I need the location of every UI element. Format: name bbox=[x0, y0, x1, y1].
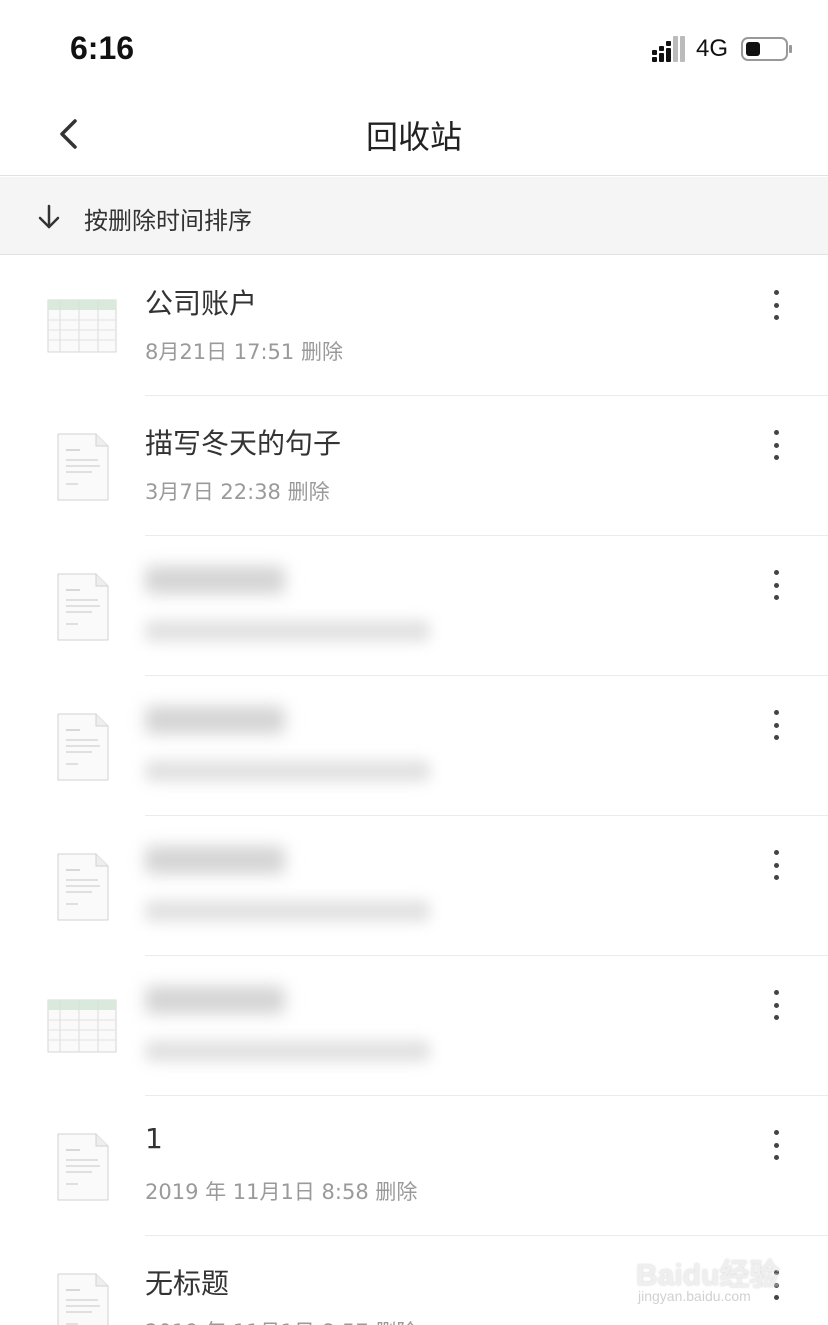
more-vertical-icon bbox=[773, 1142, 779, 1148]
sort-bar[interactable]: 按删除时间排序 bbox=[0, 177, 828, 255]
more-options-button[interactable] bbox=[760, 1270, 792, 1300]
file-row[interactable] bbox=[0, 536, 828, 676]
redacted-name bbox=[145, 846, 285, 874]
file-list: 公司账户 8月21日 17:51 删除 描写冬天的句子 3月7日 22:38 删除 bbox=[0, 256, 828, 1325]
network-type: 4G bbox=[696, 35, 729, 62]
more-options-button[interactable] bbox=[760, 1130, 792, 1160]
redacted-meta bbox=[145, 760, 430, 782]
file-row[interactable]: 公司账户 8月21日 17:51 删除 bbox=[0, 256, 828, 396]
more-vertical-icon bbox=[773, 1002, 779, 1008]
file-name: 描写冬天的句子 bbox=[145, 427, 342, 460]
signal-strength-icon bbox=[652, 36, 685, 62]
more-options-button[interactable] bbox=[760, 290, 792, 320]
file-name: 无标题 bbox=[145, 1267, 230, 1300]
more-vertical-icon bbox=[773, 850, 779, 855]
more-vertical-icon bbox=[773, 1270, 779, 1275]
more-vertical-icon bbox=[773, 570, 779, 575]
redacted-name bbox=[145, 986, 285, 1014]
document-file-icon bbox=[46, 1272, 118, 1325]
file-deleted-time: 2019 年 11月1日 8:57 删除 bbox=[145, 1316, 417, 1325]
more-vertical-icon bbox=[773, 430, 779, 435]
more-vertical-icon bbox=[773, 1295, 779, 1300]
document-file-icon bbox=[46, 852, 118, 922]
more-vertical-icon bbox=[773, 455, 779, 460]
arrow-down-icon bbox=[38, 204, 60, 229]
more-vertical-icon bbox=[773, 990, 779, 995]
more-vertical-icon bbox=[773, 595, 779, 600]
more-vertical-icon bbox=[773, 1282, 779, 1288]
more-vertical-icon bbox=[773, 862, 779, 868]
more-vertical-icon bbox=[773, 722, 779, 728]
battery-icon bbox=[741, 37, 792, 61]
more-vertical-icon bbox=[773, 1015, 779, 1020]
more-options-button[interactable] bbox=[760, 430, 792, 460]
redacted-meta bbox=[145, 900, 430, 922]
redacted-name bbox=[145, 566, 285, 594]
document-file-icon bbox=[46, 572, 118, 642]
more-vertical-icon bbox=[773, 290, 779, 295]
file-name: 1 bbox=[145, 1122, 163, 1155]
more-options-button[interactable] bbox=[760, 850, 792, 880]
more-vertical-icon bbox=[773, 710, 779, 715]
document-file-icon bbox=[46, 1132, 118, 1202]
redacted-meta bbox=[145, 1040, 430, 1062]
more-options-button[interactable] bbox=[760, 570, 792, 600]
page-title: 回收站 bbox=[365, 118, 462, 156]
more-vertical-icon bbox=[773, 1130, 779, 1135]
more-vertical-icon bbox=[773, 442, 779, 448]
file-row[interactable] bbox=[0, 816, 828, 956]
spreadsheet-file-icon bbox=[46, 292, 118, 362]
more-vertical-icon bbox=[773, 1155, 779, 1160]
file-name: 公司账户 bbox=[145, 287, 258, 320]
more-options-button[interactable] bbox=[760, 710, 792, 740]
file-row[interactable]: 描写冬天的句子 3月7日 22:38 删除 bbox=[0, 396, 828, 536]
status-time: 6:16 bbox=[70, 30, 135, 66]
document-file-icon bbox=[46, 432, 118, 502]
more-options-button[interactable] bbox=[760, 990, 792, 1020]
more-vertical-icon bbox=[773, 735, 779, 740]
file-deleted-time: 2019 年 11月1日 8:58 删除 bbox=[145, 1180, 418, 1204]
more-vertical-icon bbox=[773, 302, 779, 308]
file-row[interactable] bbox=[0, 676, 828, 816]
file-row[interactable] bbox=[0, 956, 828, 1096]
navigation-header: 回收站 bbox=[0, 92, 828, 176]
more-vertical-icon bbox=[773, 875, 779, 880]
redacted-name bbox=[145, 706, 285, 734]
file-row[interactable]: 1 2019 年 11月1日 8:58 删除 bbox=[0, 1096, 828, 1236]
spreadsheet-file-icon bbox=[46, 992, 118, 1062]
file-deleted-time: 8月21日 17:51 删除 bbox=[145, 340, 343, 364]
more-vertical-icon bbox=[773, 315, 779, 320]
redacted-meta bbox=[145, 620, 430, 642]
status-bar: 6:16 4G bbox=[0, 0, 828, 92]
file-row[interactable]: 无标题 2019 年 11月1日 8:57 删除 bbox=[0, 1236, 828, 1325]
sort-label: 按删除时间排序 bbox=[84, 207, 252, 235]
document-file-icon bbox=[46, 712, 118, 782]
more-vertical-icon bbox=[773, 582, 779, 588]
file-deleted-time: 3月7日 22:38 删除 bbox=[145, 480, 330, 504]
